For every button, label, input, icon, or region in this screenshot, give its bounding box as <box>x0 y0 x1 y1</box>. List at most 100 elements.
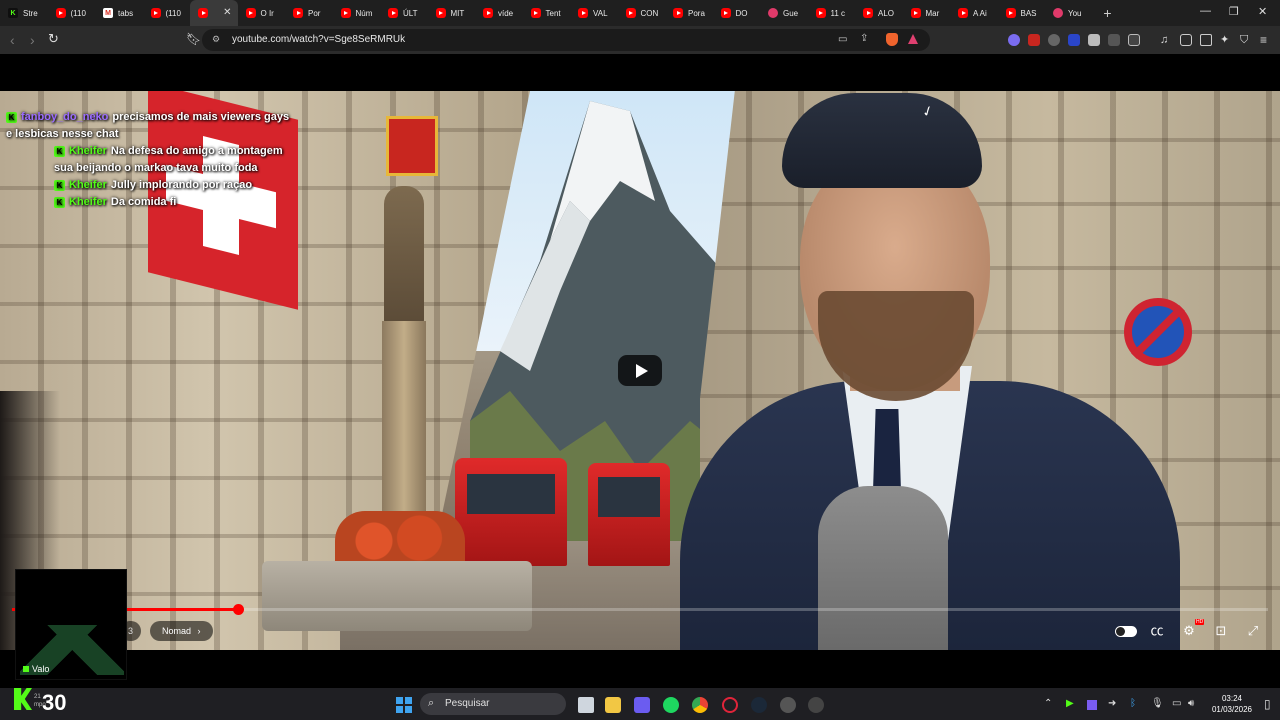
chat-message: Kfanboy_do_neko precisamos de mais viewer… <box>6 109 296 143</box>
vpn-shield-icon[interactable]: ⛉ <box>1240 34 1252 46</box>
tab[interactable]: víde <box>475 0 523 26</box>
play-button[interactable] <box>618 355 662 386</box>
tab[interactable]: ✕ <box>190 0 238 26</box>
tray-overflow-icon[interactable]: ⌃ <box>1044 698 1052 709</box>
notifications-icon[interactable]: ▯ <box>1264 697 1271 711</box>
brave-rewards-icon[interactable] <box>908 34 918 44</box>
menu-icon[interactable]: ≡ <box>1260 34 1272 46</box>
share-icon[interactable]: ⇪ <box>860 33 872 45</box>
autoplay-toggle[interactable] <box>1115 626 1137 637</box>
extension-icon[interactable] <box>1028 34 1040 46</box>
brave-shields-icon[interactable] <box>886 33 898 46</box>
extensions-puzzle-icon[interactable] <box>1108 34 1120 46</box>
sidebar-icon[interactable] <box>1180 34 1192 46</box>
tab[interactable]: DO <box>713 0 761 26</box>
tab[interactable]: You <box>1045 0 1093 26</box>
tab[interactable]: Mtabs <box>95 0 143 26</box>
microphone-icon[interactable]: 🎙︎ <box>1151 698 1164 709</box>
youtube-icon <box>245 8 256 18</box>
close-tab-icon[interactable]: ✕ <box>223 7 231 18</box>
tab[interactable]: BAS <box>998 0 1046 26</box>
media-icon[interactable]: ♫ <box>1160 34 1172 46</box>
tab[interactable]: Gue <box>760 0 808 26</box>
site-info-icon[interactable]: ⚙︎ <box>212 34 224 46</box>
tab[interactable]: ALO <box>855 0 903 26</box>
chrome-icon[interactable] <box>692 697 708 713</box>
tab[interactable]: VAL <box>570 0 618 26</box>
youtube-icon <box>863 8 873 18</box>
chat-text: Jully implorando por raçao <box>110 179 253 191</box>
bluetooth-icon[interactable]: ᛒ <box>1130 698 1136 709</box>
youtube-icon <box>815 8 826 18</box>
opera-icon[interactable] <box>722 697 738 713</box>
youtube-icon <box>198 8 208 18</box>
tab[interactable]: Pora <box>665 0 713 26</box>
tab[interactable]: (110 <box>48 0 96 26</box>
tab-label: Por <box>308 8 321 18</box>
url-field[interactable]: ⚙︎ youtube.com/watch?v=Sge8SeRMRUk ▭ ⇪ <box>202 29 930 51</box>
app-icon[interactable] <box>808 697 824 713</box>
tab-label: Pora <box>688 8 705 18</box>
tray-app-icon[interactable]: ➜ <box>1108 698 1116 709</box>
tab[interactable]: K Stre <box>0 0 48 26</box>
youtube-icon <box>55 8 66 18</box>
chat-message: K Kheifer Da comida fi <box>6 194 296 211</box>
webcam-label: Valo <box>23 664 49 674</box>
tab[interactable]: 11 c <box>808 0 856 26</box>
tab[interactable]: CON <box>618 0 666 26</box>
leo-ai-icon[interactable]: ✦ <box>1220 34 1232 46</box>
volume-icon[interactable]: 🔊︎ <box>1188 698 1194 709</box>
tab-label: 11 c <box>830 8 846 18</box>
windows-start-icon[interactable] <box>396 697 412 713</box>
subtitles-icon[interactable]: ㏄ <box>1148 623 1166 639</box>
tab[interactable]: Por <box>285 0 333 26</box>
tray-play-icon[interactable]: ▶ <box>1066 698 1074 709</box>
file-explorer-icon[interactable] <box>605 697 621 713</box>
tab[interactable]: (110 <box>143 0 191 26</box>
chat-username: Kheifer <box>69 196 107 208</box>
tab[interactable]: O Ir <box>238 0 286 26</box>
forward-icon[interactable]: › <box>30 32 35 48</box>
minimize-button[interactable]: — <box>1200 5 1211 17</box>
tab[interactable]: MIT <box>428 0 476 26</box>
screenshot-icon[interactable] <box>1128 34 1140 46</box>
fullscreen-icon[interactable]: ⤢ <box>1244 623 1262 639</box>
app-grid-icon[interactable] <box>634 697 650 713</box>
extension-icon[interactable] <box>1088 34 1100 46</box>
task-view-icon[interactable] <box>578 697 594 713</box>
extension-icon[interactable] <box>1048 34 1060 46</box>
network-icon[interactable]: ▭ <box>1172 698 1181 709</box>
progress-scrubber[interactable] <box>233 604 245 615</box>
clock[interactable]: 03:24 01/03/2026 <box>1209 693 1255 715</box>
bookmark-icon[interactable]: 🔖︎ <box>186 32 201 46</box>
new-tab-button[interactable]: + <box>1093 5 1123 21</box>
chapter-button[interactable]: Nomad › <box>150 621 213 641</box>
back-icon[interactable]: ‹ <box>10 32 15 48</box>
tab[interactable]: ÚLT <box>380 0 428 26</box>
spotify-icon[interactable] <box>663 697 679 713</box>
youtube-icon <box>340 8 351 18</box>
tray-app-icon[interactable] <box>1087 700 1097 710</box>
progress-bar[interactable] <box>12 604 1268 615</box>
miniplayer-icon[interactable]: ⊡ <box>1212 623 1230 639</box>
cast-icon[interactable]: ▭ <box>838 34 850 46</box>
close-window-button[interactable]: ✕ <box>1258 5 1267 18</box>
restore-button[interactable]: ❐ <box>1229 5 1239 18</box>
tab[interactable]: A Ai <box>950 0 998 26</box>
steam-icon[interactable] <box>751 697 767 713</box>
tab-label: ALO <box>878 8 895 18</box>
chevron-right-icon: › <box>197 626 201 636</box>
wallet-icon[interactable] <box>1200 34 1212 46</box>
tab[interactable]: Tent <box>523 0 571 26</box>
extension-icon[interactable] <box>1068 34 1080 46</box>
extension-icon[interactable] <box>1008 34 1020 46</box>
fountain-basin <box>262 561 532 631</box>
kick-badge-icon: K <box>54 145 65 157</box>
reload-icon[interactable]: ↻ <box>48 31 59 47</box>
taskbar-search[interactable] <box>420 693 566 715</box>
tab[interactable]: Mar <box>903 0 951 26</box>
youtube-icon <box>293 8 303 18</box>
app-icon[interactable] <box>780 697 796 713</box>
settings-gear-icon[interactable]: ⚙︎ <box>1180 623 1198 639</box>
tab[interactable]: Núm <box>333 0 381 26</box>
